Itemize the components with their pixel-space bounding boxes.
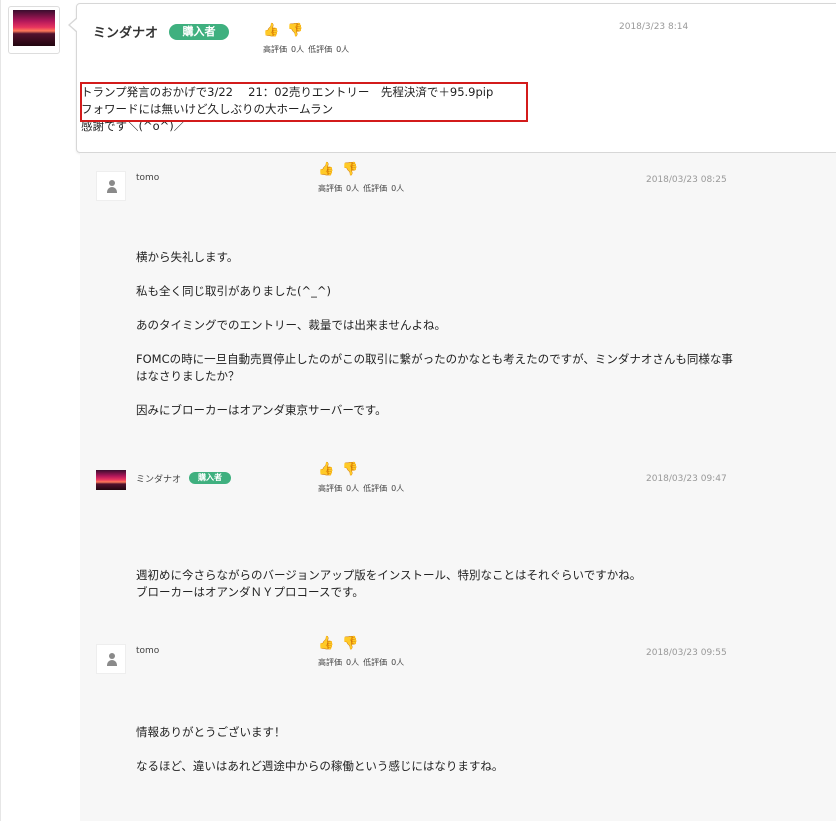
reply-body: 情報ありがとうございます！ なるほど、違いはあれど週途中からの稼働という感じには… xyxy=(136,724,503,775)
high-rating-label: 高評価 xyxy=(318,484,342,493)
high-rating-count: 0人 xyxy=(346,184,360,193)
reply-line: 横から失礼します。 xyxy=(136,250,239,264)
high-rating-count: 0人 xyxy=(346,658,360,667)
vote-box: 👍 👎 高評価 0人 低評価 0人 xyxy=(318,637,408,668)
reply-line: ブローカーはオアンダＮＹプロコースです。 xyxy=(136,585,364,599)
main-comment-card: ミンダナオ 購入者 👍 👎 高評価 0人 低評価 0人 2018/3/23 8:14 ト… xyxy=(68,3,836,153)
thumbs-up-icon[interactable]: 👍 xyxy=(263,23,279,38)
low-rating-count: 0人 xyxy=(391,184,405,193)
thumbs-down-icon[interactable]: 👎 xyxy=(342,636,358,651)
reply-line: なるほど、違いはあれど週途中からの稼働という感じにはなりますね。 xyxy=(136,759,504,773)
high-rating-label: 高評価 xyxy=(263,45,287,54)
reply-body: 週初めに今さらながらのバージョンアップ版をインストール、特別なことはそれぐらいで… xyxy=(136,567,641,601)
post-date: 2018/3/23 8:14 xyxy=(619,22,689,32)
thumbs-down-icon[interactable]: 👎 xyxy=(342,462,358,477)
high-rating-count: 0人 xyxy=(346,484,360,493)
user-icon xyxy=(107,180,117,194)
low-rating-count: 0人 xyxy=(391,658,405,667)
reply-author[interactable]: tomo xyxy=(136,173,159,183)
low-rating-label: 低評価 xyxy=(363,484,388,493)
reply-line: 週初めに今さらながらのバージョンアップ版をインストール、特別なことはそれぐらいで… xyxy=(136,568,642,582)
sunset-avatar-image xyxy=(13,10,55,46)
reply-line: 因みにブローカーはオアンダ東京サーバーです。 xyxy=(136,403,387,417)
reply-date: 2018/03/23 09:55 xyxy=(646,648,727,658)
thread-border xyxy=(0,0,1,821)
reply-date: 2018/03/23 09:47 xyxy=(646,474,727,484)
low-rating-label: 低評価 xyxy=(363,184,388,193)
thumbs-down-icon[interactable]: 👎 xyxy=(287,23,303,38)
low-rating-label: 低評価 xyxy=(308,45,333,54)
highlight-box xyxy=(80,82,528,122)
high-rating-count: 0人 xyxy=(291,45,305,54)
reply-body: 横から失礼します。 私も全く同じ取引がありました(^_^) あのタイミングでのエ… xyxy=(136,249,733,419)
reply-author[interactable]: ミンダナオ xyxy=(136,472,181,485)
reply-line: FOMCの時に一旦自動売買停止したのがこの取引に繋がったのかなとも考えたのですが… xyxy=(136,352,733,366)
purchaser-badge: 購入者 xyxy=(169,24,229,40)
default-user-avatar[interactable] xyxy=(96,171,126,201)
thumbs-up-icon[interactable]: 👍 xyxy=(318,636,334,651)
high-rating-label: 高評価 xyxy=(318,658,342,667)
thumbs-down-icon[interactable]: 👎 xyxy=(342,162,358,177)
low-rating-count: 0人 xyxy=(336,45,350,54)
vote-box: 👍 👎 高評価 0人 低評価 0人 xyxy=(318,463,408,494)
reply-line: 情報ありがとうございます！ xyxy=(136,725,286,739)
thumbs-up-icon[interactable]: 👍 xyxy=(318,162,334,177)
purchaser-badge: 購入者 xyxy=(189,472,231,484)
thumbs-up-icon[interactable]: 👍 xyxy=(318,462,334,477)
default-user-avatar[interactable] xyxy=(96,644,126,674)
reply-line: はなさりましたか？ xyxy=(136,369,240,383)
reply-line: あのタイミングでのエントリー、裁量では出来ませんよね。 xyxy=(136,318,447,332)
high-rating-label: 高評価 xyxy=(318,184,342,193)
reply-line: 私も全く同じ取引がありました(^_^) xyxy=(136,284,331,298)
reply-thread: tomo 👍 👎 高評価 0人 低評価 0人 2018/03/23 08:25 横から失… xyxy=(80,153,836,821)
low-rating-label: 低評価 xyxy=(363,658,388,667)
low-rating-count: 0人 xyxy=(391,484,405,493)
reply-date: 2018/03/23 08:25 xyxy=(646,175,727,185)
author-avatar[interactable] xyxy=(8,6,60,54)
reply-author[interactable]: tomo xyxy=(136,646,159,656)
user-icon xyxy=(107,653,117,667)
vote-box: 👍 👎 高評価 0人 低評価 0人 xyxy=(263,24,353,55)
author-name[interactable]: ミンダナオ xyxy=(93,22,158,41)
sunset-avatar-image xyxy=(96,470,126,490)
author-avatar[interactable] xyxy=(96,470,126,500)
vote-box: 👍 👎 高評価 0人 低評価 0人 xyxy=(318,163,408,194)
